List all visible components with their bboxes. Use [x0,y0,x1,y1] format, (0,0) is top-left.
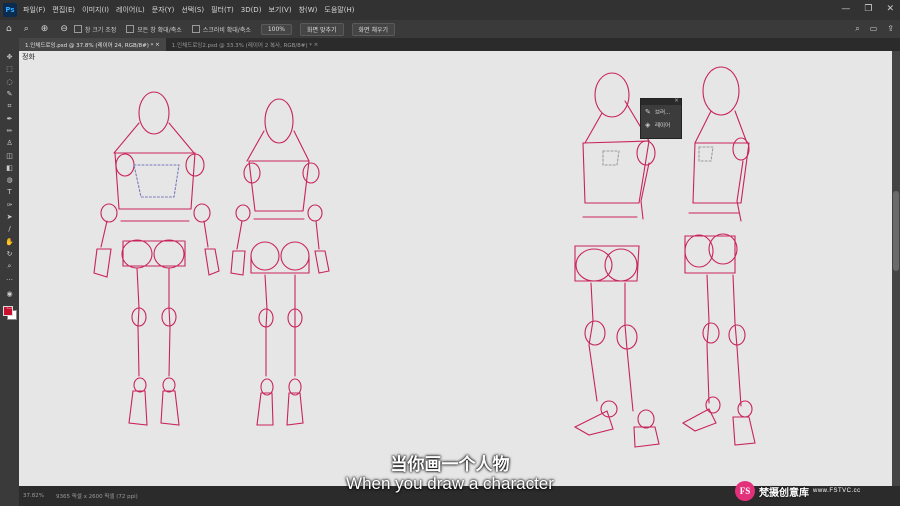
menu-bar: Ps 파일(F) 편집(E) 이미지(I) 레이어(L) 문자(Y) 선택(S)… [0,0,900,20]
watermark-logo-icon: FS [735,481,755,501]
hand-tool-icon[interactable]: ✋ [0,235,19,247]
scrubby-zoom-checkbox[interactable]: 스크러비 확대/축소 [191,25,251,34]
lasso-tool-icon[interactable]: ◌ [0,76,19,88]
brush-icon: ✎ [645,107,651,116]
search-icon[interactable]: ⌕ [855,24,859,34]
watermark-url: www.FSTVC.cc [813,488,861,494]
move-tool-icon[interactable]: ✥ [0,51,19,63]
photoshop-logo: Ps [3,3,17,17]
quick-mask-icon[interactable]: ◉ [0,288,19,300]
close-tab-icon[interactable]: × [155,42,160,48]
marquee-tool-icon[interactable]: ⬚ [0,63,19,75]
close-window-button[interactable]: ✕ [886,4,894,14]
menu-type[interactable]: 문자(Y) [152,5,175,15]
resize-windows-checkbox[interactable]: 창 크기 조정 [73,25,116,34]
options-bar: ⌂ ⌕ ⊕ ⊖ 창 크기 조정 모든 창 확대/축소 스크러비 확대/축소 10… [0,20,900,39]
floating-panel-header[interactable]: × [641,97,681,105]
path-select-tool-icon[interactable]: ➤ [0,211,19,223]
sketch-figure-rear-side [681,66,756,446]
menu-filter[interactable]: 필터(T) [211,5,234,15]
sketch-figure-front [93,91,220,426]
home-icon[interactable]: ⌂ [6,24,12,34]
menu-view[interactable]: 보기(V) [268,5,291,15]
close-icon[interactable]: × [674,97,679,104]
document-tabs: 1.인체드로잉.psd @ 37.8% (레이어 24, RGB/8#) * ×… [19,38,900,51]
close-tab-icon[interactable]: × [314,42,319,48]
menu-help[interactable]: 도움말(H) [324,5,354,15]
quick-select-tool-icon[interactable]: ✎ [0,88,19,100]
brush-tool-icon[interactable]: ✏ [0,125,19,137]
subtitle-chinese: 当你画一个人物 [390,455,510,475]
menu-window[interactable]: 창(W) [299,5,318,15]
pen-tool-icon[interactable]: ✑ [0,199,19,211]
screen-mode-icon[interactable]: ▭ [0,301,19,313]
menu-edit[interactable]: 편집(E) [52,5,75,15]
menu-layer[interactable]: 레이어(L) [116,5,145,15]
tab-document-1[interactable]: 1.인체드로잉.psd @ 37.8% (레이어 24, RGB/8#) * × [19,38,166,51]
fit-screen-button[interactable]: 화면 맞추기 [300,22,344,36]
crop-tool-icon[interactable]: ⌗ [0,100,19,112]
menu-select[interactable]: 선택(S) [181,5,204,15]
gradient-tool-icon[interactable]: ◧ [0,162,19,174]
watermark-name: 梵摄创意库 [759,487,809,499]
rotate-view-tool-icon[interactable]: ↻ [0,248,19,260]
layers-icon: ◈ [645,120,651,129]
blur-tool-icon[interactable]: ◍ [0,174,19,186]
menu-image[interactable]: 이미지(I) [82,5,109,15]
zoom-tool-icon[interactable]: ⌕ [0,260,19,272]
text-tool-icon[interactable]: T [0,186,19,198]
menu-3d[interactable]: 3D(D) [241,6,262,14]
line-tool-icon[interactable]: / [0,223,19,235]
sketch-figure-back [230,98,330,426]
workspace-icon[interactable]: ▭ [870,24,878,34]
floating-panel: × ✎ 브러... ◈ 레이어 [640,97,682,139]
stamp-tool-icon[interactable]: ♙ [0,137,19,149]
zoom-in-icon[interactable]: ⊕ [41,24,49,34]
tools-panel: ✥ ⬚ ◌ ✎ ⌗ ✒ ✏ ♙ ◫ ◧ ◍ T ✑ ➤ / ✋ ↻ ⌕ … ◉ … [0,38,19,506]
vertical-scrollbar[interactable] [892,51,900,486]
panel-item-layers[interactable]: ◈ 레이어 [641,118,681,131]
restore-button[interactable]: ❐ [864,4,872,14]
scrollbar-thumb[interactable] [893,191,899,271]
zoom-all-windows-checkbox[interactable]: 모든 창 확대/축소 [126,25,182,34]
canvas-text-label: 정화 [22,53,35,61]
eraser-tool-icon[interactable]: ◫ [0,149,19,161]
more-tools-icon[interactable]: … [0,272,19,284]
minimize-button[interactable]: — [841,4,850,14]
panel-item-brush[interactable]: ✎ 브러... [641,105,681,118]
tab-document-2[interactable]: 1.인체드로잉2.psd @ 33.3% (레이어 2 복사, RGB/8#) … [166,38,325,51]
zoom-tool-icon[interactable]: ⌕ [24,24,29,34]
zoom-out-icon[interactable]: ⊖ [60,24,68,34]
eyedropper-tool-icon[interactable]: ✒ [0,112,19,124]
watermark: FS 梵摄创意库 www.FSTVC.cc [735,481,861,501]
figure-sketches [93,66,756,448]
document-canvas[interactable]: 정화 [19,51,892,486]
fill-screen-button[interactable]: 화면 채우기 [351,22,396,36]
zoom-100-button[interactable]: 100% [260,23,293,35]
share-icon[interactable]: ⇪ [887,24,894,34]
menu-file[interactable]: 파일(F) [23,5,45,15]
